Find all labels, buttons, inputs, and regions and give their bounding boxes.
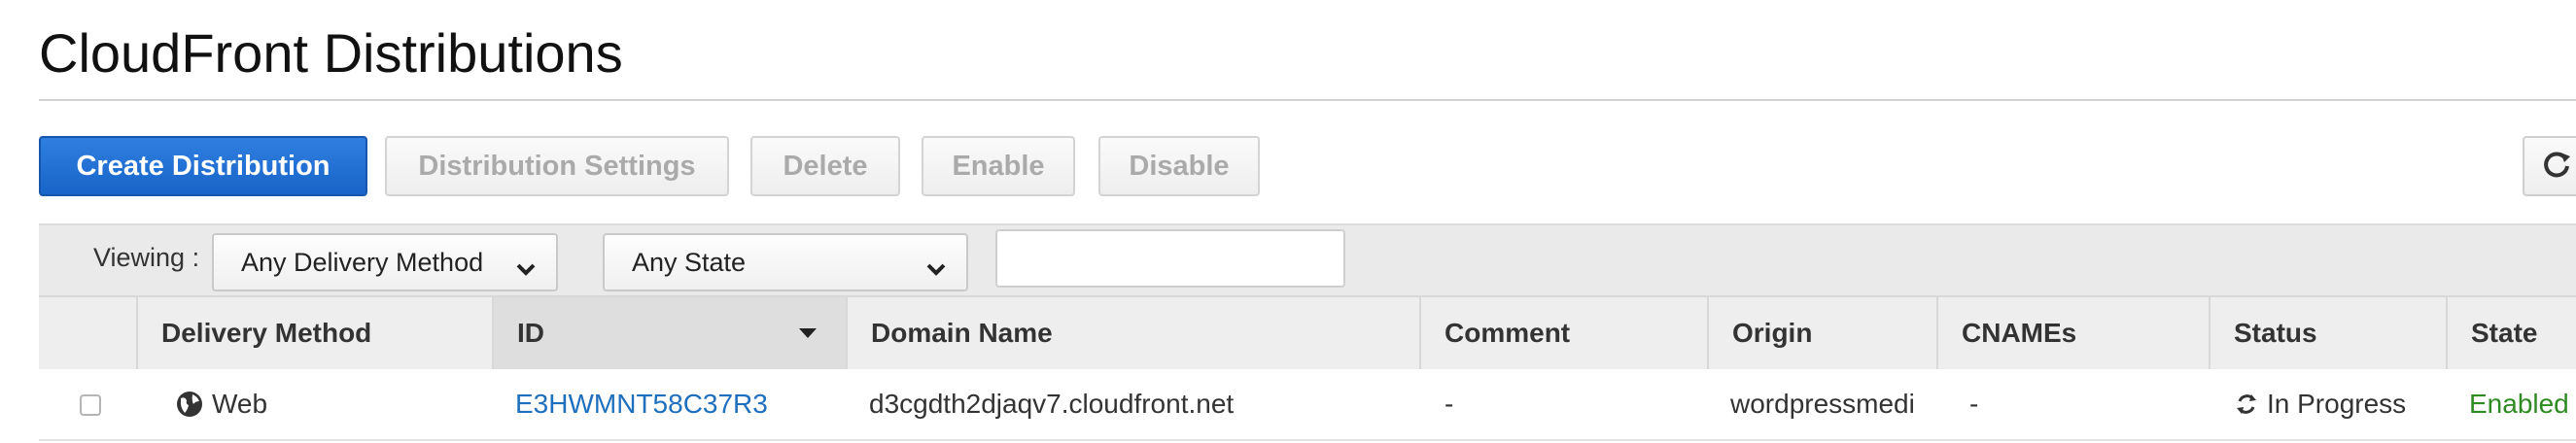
- enable-button[interactable]: Enable: [922, 136, 1075, 196]
- column-header-domain-name[interactable]: Domain Name: [846, 297, 1419, 369]
- disable-button[interactable]: Disable: [1098, 136, 1260, 196]
- page-title: CloudFront Distributions: [39, 22, 623, 84]
- cell-origin: wordpressmedi: [1730, 389, 1915, 419]
- title-divider: [39, 99, 2576, 101]
- delivery-method-select[interactable]: Any Delivery Method: [212, 233, 558, 291]
- toolbar: Create Distribution Distribution Setting…: [39, 136, 2576, 198]
- filter-bar: Viewing : Any Delivery Method Any State: [39, 223, 2576, 297]
- cell-status: In Progress: [2234, 369, 2442, 439]
- search-input[interactable]: [995, 229, 1345, 288]
- cell-comment: -: [1445, 389, 1454, 419]
- delivery-method-select-value: Any Delivery Method: [241, 247, 484, 277]
- state-badge: Enabled: [2469, 389, 2569, 419]
- state-select-value: Any State: [632, 247, 747, 277]
- column-header-delivery-method[interactable]: Delivery Method: [136, 297, 492, 369]
- column-header-cnames[interactable]: CNAMEs: [1936, 297, 2209, 369]
- cell-domain-name: d3cgdth2djaqv7.cloudfront.net: [869, 389, 1235, 419]
- column-header-id-label: ID: [517, 318, 544, 348]
- column-header-comment[interactable]: Comment: [1419, 297, 1707, 369]
- row-select-checkbox[interactable]: [80, 394, 101, 416]
- refresh-icon: [2541, 149, 2572, 185]
- state-select[interactable]: Any State: [603, 233, 968, 291]
- cell-cnames: -: [1969, 389, 1979, 419]
- table-header: Delivery Method ID Domain Name Comment O…: [39, 295, 2576, 371]
- cell-delivery-method: Web: [175, 369, 486, 439]
- sort-descending-icon: [799, 328, 817, 338]
- status-value: In Progress: [2267, 389, 2407, 419]
- distribution-id-link[interactable]: E3HWMNT58C37R3: [515, 369, 836, 439]
- column-header-state[interactable]: State: [2446, 297, 2576, 369]
- chevron-down-icon: [925, 255, 947, 285]
- delete-button[interactable]: Delete: [750, 136, 900, 196]
- column-header-status[interactable]: Status: [2209, 297, 2446, 369]
- refresh-button[interactable]: [2523, 136, 2576, 196]
- cloudfront-distributions-page: CloudFront Distributions Create Distribu…: [0, 0, 2576, 443]
- column-header-origin[interactable]: Origin: [1707, 297, 1936, 369]
- create-distribution-button[interactable]: Create Distribution: [39, 136, 367, 196]
- viewing-label: Viewing :: [93, 243, 200, 272]
- globe-icon: [175, 390, 204, 419]
- delivery-method-value: Web: [212, 389, 268, 419]
- table-row[interactable]: Web E3HWMNT58C37R3 d3cgdth2djaqv7.cloudf…: [39, 369, 2576, 441]
- in-progress-spinner-icon: [2234, 392, 2259, 417]
- column-header-id[interactable]: ID: [492, 297, 846, 369]
- chevron-down-icon: [515, 255, 537, 285]
- distribution-settings-button[interactable]: Distribution Settings: [385, 136, 729, 196]
